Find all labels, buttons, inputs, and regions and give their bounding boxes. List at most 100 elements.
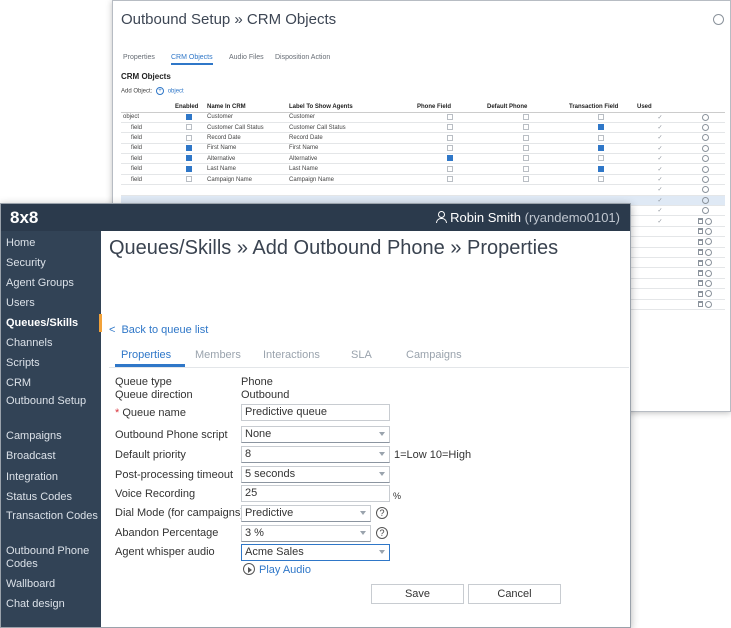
default-phone-checkbox[interactable] — [485, 153, 567, 165]
sidebar-item-users[interactable]: Users — [6, 297, 98, 310]
checkbox[interactable] — [447, 134, 453, 141]
sidebar-item-campaigns[interactable]: Campaigns — [6, 430, 98, 443]
row-actions[interactable] — [685, 112, 725, 123]
settings-icon[interactable] — [705, 259, 712, 267]
checkbox[interactable] — [523, 155, 529, 162]
user-menu[interactable]: Robin Smith (ryandemo0101) — [436, 210, 620, 225]
transaction-field-checkbox[interactable] — [567, 163, 635, 175]
table-row[interactable]: ✓ — [121, 184, 725, 196]
checkbox[interactable] — [447, 165, 453, 172]
settings-icon[interactable] — [701, 207, 709, 215]
abandon-percentage-select[interactable]: 3 % — [241, 525, 371, 542]
checkbox[interactable] — [598, 134, 604, 141]
enabled-checkbox[interactable] — [173, 153, 205, 165]
queue-name-input[interactable]: Predictive queue — [241, 404, 390, 421]
trash-icon[interactable] — [698, 270, 703, 277]
phone-field-checkbox[interactable] — [415, 153, 485, 165]
default-phone-checkbox[interactable] — [485, 112, 567, 123]
settings-icon[interactable] — [701, 186, 709, 194]
settings-icon[interactable] — [701, 196, 709, 204]
settings-icon[interactable] — [705, 227, 712, 235]
sidebar-item-scripts[interactable]: Scripts — [6, 357, 98, 370]
checkbox[interactable] — [186, 176, 192, 183]
transaction-field-checkbox[interactable] — [567, 143, 635, 155]
post-processing-timeout-select[interactable]: 5 seconds — [241, 466, 390, 483]
settings-icon[interactable] — [701, 124, 709, 132]
row-actions[interactable] — [685, 132, 725, 144]
table-row[interactable]: field Alternative Alternative ✓ — [121, 153, 725, 165]
default-phone-checkbox[interactable] — [485, 163, 567, 175]
checkbox[interactable] — [598, 165, 604, 172]
settings-icon[interactable] — [701, 176, 709, 183]
transaction-field-checkbox[interactable] — [567, 153, 635, 165]
settings-icon[interactable] — [705, 279, 712, 287]
tab-sla[interactable]: SLA — [351, 349, 372, 361]
trash-icon[interactable] — [698, 249, 703, 256]
trash-icon[interactable] — [698, 290, 703, 297]
trash-icon[interactable] — [698, 218, 703, 225]
tab-audio-files[interactable]: Audio Files — [229, 54, 264, 61]
table-row[interactable]: field Campaign Name Campaign Name ✓ — [121, 174, 725, 186]
checkbox[interactable] — [447, 113, 453, 120]
checkbox[interactable] — [598, 113, 604, 120]
settings-icon[interactable] — [701, 165, 709, 173]
play-audio-link[interactable]: Play Audio — [243, 563, 311, 576]
settings-icon[interactable] — [705, 238, 712, 246]
agent-whisper-audio-select[interactable]: Acme Sales — [241, 544, 390, 561]
sidebar-item-crm[interactable]: CRM — [6, 377, 98, 390]
sidebar-item-channels[interactable]: Channels — [6, 337, 98, 350]
sidebar-item-queues-skills[interactable]: Queues/Skills — [6, 317, 98, 330]
checkbox[interactable] — [186, 134, 192, 141]
close-icon[interactable] — [713, 14, 724, 25]
tab-crm-objects[interactable]: CRM Objects — [171, 54, 213, 65]
enabled-checkbox[interactable] — [173, 112, 205, 123]
checkbox[interactable] — [186, 145, 192, 152]
checkbox[interactable] — [523, 124, 529, 131]
enabled-checkbox[interactable] — [173, 174, 205, 186]
default-phone-checkbox[interactable] — [485, 122, 567, 134]
settings-icon[interactable] — [701, 113, 709, 121]
checkbox[interactable] — [447, 176, 453, 183]
checkbox[interactable] — [598, 124, 604, 131]
phone-field-checkbox[interactable] — [415, 163, 485, 175]
transaction-field-checkbox[interactable] — [567, 132, 635, 144]
add-icon[interactable]: + — [156, 87, 165, 95]
transaction-field-checkbox[interactable] — [567, 174, 635, 186]
dial-mode-select[interactable]: Predictive — [241, 505, 371, 522]
phone-field-checkbox[interactable] — [415, 132, 485, 144]
checkbox[interactable] — [186, 155, 192, 162]
add-object-link[interactable]: object — [168, 89, 184, 95]
sidebar-item-transaction-codes[interactable]: Transaction Codes — [6, 510, 98, 523]
settings-icon[interactable] — [705, 290, 712, 298]
enabled-checkbox[interactable] — [173, 143, 205, 155]
checkbox[interactable] — [186, 113, 192, 120]
settings-icon[interactable] — [705, 248, 712, 256]
settings-icon[interactable] — [701, 134, 709, 142]
sidebar-item-outbound-phone-codes[interactable]: Outbound Phone Codes — [6, 545, 98, 571]
sidebar-item-integration[interactable]: Integration — [6, 471, 98, 484]
table-row[interactable]: field First Name First Name ✓ — [121, 143, 725, 155]
help-icon[interactable]: ? — [376, 527, 388, 539]
checkbox[interactable] — [598, 176, 604, 183]
checkbox[interactable] — [186, 124, 192, 131]
table-row[interactable]: object Customer Customer ✓ — [121, 112, 725, 123]
table-row[interactable]: field Customer Call Status Customer Call S… — [121, 122, 725, 134]
sidebar-item-agent-groups[interactable]: Agent Groups — [6, 277, 98, 290]
trash-icon[interactable] — [698, 259, 703, 266]
help-icon[interactable]: ? — [376, 507, 388, 519]
phone-field-checkbox[interactable] — [415, 112, 485, 123]
tab-members[interactable]: Members — [195, 349, 241, 361]
checkbox[interactable] — [186, 165, 192, 172]
save-button[interactable]: Save — [371, 584, 464, 604]
row-actions[interactable] — [685, 143, 725, 155]
row-actions[interactable] — [685, 174, 725, 186]
settings-icon[interactable] — [701, 144, 709, 152]
settings-icon[interactable] — [701, 155, 709, 163]
transaction-field-checkbox[interactable] — [567, 112, 635, 123]
back-to-queue-list-link[interactable]: < Back to queue list — [109, 324, 208, 336]
row-actions[interactable] — [685, 122, 725, 134]
settings-icon[interactable] — [705, 300, 712, 308]
enabled-checkbox[interactable] — [173, 122, 205, 134]
default-phone-checkbox[interactable] — [485, 143, 567, 155]
trash-icon[interactable] — [698, 301, 703, 308]
